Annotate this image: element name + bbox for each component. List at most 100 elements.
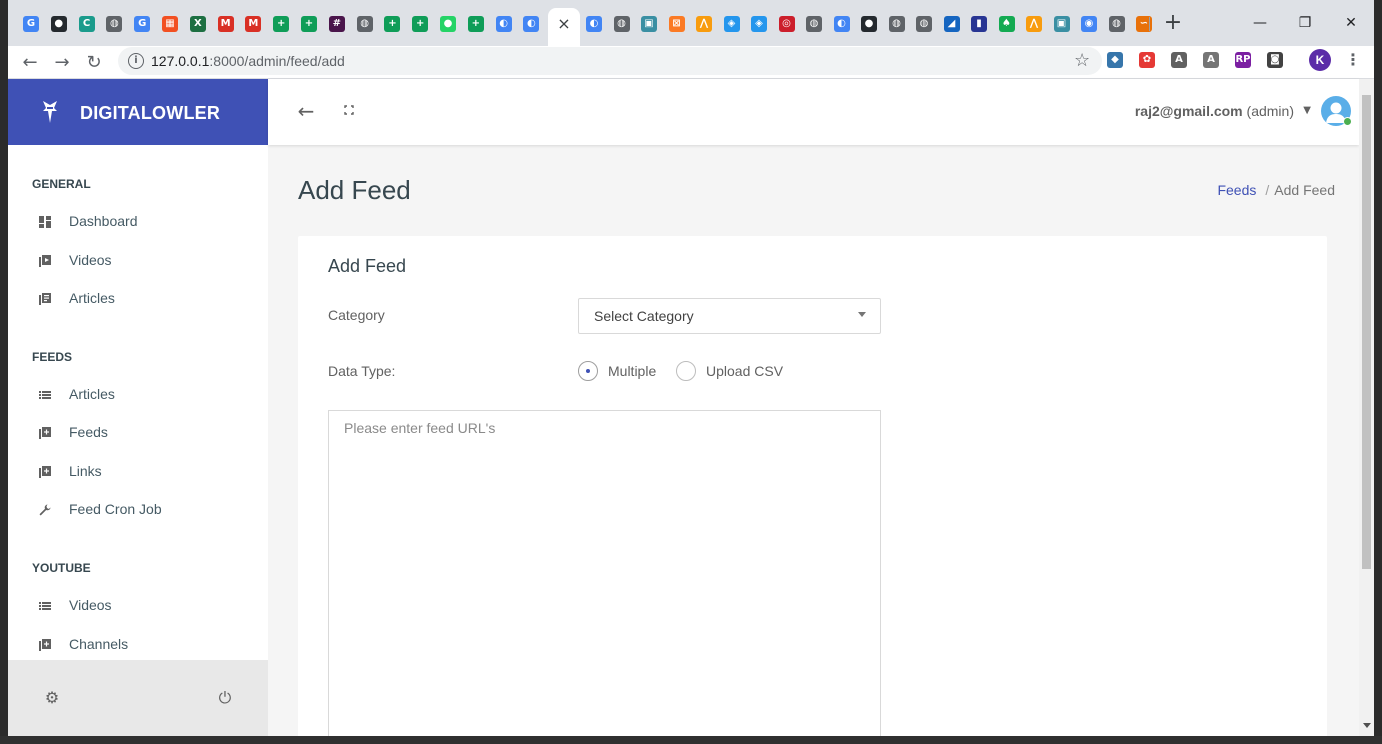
url-text[interactable]: 127.0.0.1:8000/admin/feed/add xyxy=(151,53,345,69)
address-bar[interactable]: i 127.0.0.1:8000/admin/feed/add ☆ xyxy=(118,47,1102,75)
sidebar-footer: ⚙ ⏻ xyxy=(8,660,268,736)
scroll-down-arrow-icon[interactable] xyxy=(1363,723,1371,728)
slack-icon[interactable]: # xyxy=(328,16,345,32)
whatsapp-icon[interactable]: ● xyxy=(440,16,456,32)
github-icon[interactable]: ● xyxy=(861,16,877,32)
profile-avatar[interactable]: K xyxy=(1309,49,1331,71)
sidebar-item-articles[interactable]: Articles xyxy=(8,280,268,316)
data-type-label: Data Type: xyxy=(328,363,396,379)
moon-icon[interactable]: ◐ xyxy=(495,16,512,32)
page-scrollbar[interactable] xyxy=(1359,79,1374,736)
library-add-icon xyxy=(39,638,51,651)
list-icon xyxy=(39,388,51,400)
sidebar-item-feed-cron-job[interactable]: Feed Cron Job xyxy=(8,491,268,527)
gmail-icon[interactable]: M xyxy=(245,16,262,32)
user-menu[interactable]: raj2@gmail.com (admin) xyxy=(1135,103,1294,119)
image-icon[interactable]: ▣ xyxy=(641,16,657,32)
sidebar-item-videos[interactable]: Videos xyxy=(8,587,268,623)
power-icon[interactable]: ⏻ xyxy=(215,688,235,708)
mongodb-icon[interactable]: ♠ xyxy=(998,16,1015,32)
radio-upload-csv-label[interactable]: Upload CSV xyxy=(706,363,783,379)
close-window-button[interactable]: ✕ xyxy=(1336,10,1366,36)
bookmark-star-icon[interactable]: ☆ xyxy=(1074,50,1090,72)
category-select[interactable]: Select Category xyxy=(578,298,881,334)
moon-icon[interactable]: ◐ xyxy=(523,16,540,32)
color-wheel-icon[interactable]: ✿ xyxy=(1139,52,1155,68)
opera-icon[interactable]: ◎ xyxy=(778,16,795,32)
xampp-icon[interactable]: ⊠ xyxy=(668,16,685,32)
image-icon[interactable]: ▣ xyxy=(1053,16,1070,32)
video-library-icon xyxy=(39,254,51,267)
category-label: Category xyxy=(328,307,385,323)
radio-upload-csv[interactable] xyxy=(676,361,696,381)
globe-icon[interactable]: ◍ xyxy=(916,16,932,32)
radio-multiple-label[interactable]: Multiple xyxy=(608,363,656,379)
back-arrow-icon[interactable]: ← xyxy=(294,99,318,123)
caret-down-icon[interactable]: ▼ xyxy=(1303,103,1311,119)
settings-gear-icon[interactable]: ⚙ xyxy=(42,688,62,708)
tab-plus-icon[interactable]: + xyxy=(301,16,317,32)
minimize-button[interactable]: — xyxy=(1245,10,1275,36)
sidebar-item-label: Feed Cron Job xyxy=(69,501,162,517)
radio-multiple[interactable] xyxy=(578,361,598,381)
docker-icon[interactable]: ◈ xyxy=(723,16,740,32)
puzzle-icon[interactable]: ◙ xyxy=(1267,52,1283,68)
forward-button[interactable]: → xyxy=(49,50,75,76)
moon-icon[interactable]: ◐ xyxy=(586,16,602,32)
chart-icon[interactable]: ▮ xyxy=(971,16,987,32)
close-tab-icon[interactable]: × xyxy=(554,14,574,34)
chrome-icon[interactable]: ◉ xyxy=(1081,16,1097,32)
phpmyadmin-icon[interactable]: ⋀ xyxy=(1026,16,1042,32)
phpmyadmin-icon[interactable]: ⋀ xyxy=(696,16,712,32)
moon-icon[interactable]: ◐ xyxy=(833,16,850,32)
docker-icon[interactable]: ◈ xyxy=(751,16,767,32)
info-icon[interactable]: i xyxy=(128,53,144,69)
browser-menu-icon[interactable]: ⋮ xyxy=(1345,49,1361,71)
sidebar-item-label: Dashboard xyxy=(69,213,138,229)
sidebar-item-articles[interactable]: Articles xyxy=(8,376,268,412)
a-extension-icon[interactable]: A xyxy=(1171,52,1187,68)
background-window-strip xyxy=(0,736,1382,744)
rp-extension-icon[interactable]: RP xyxy=(1235,52,1251,68)
breadcrumb-separator: / xyxy=(1265,182,1270,198)
library-add-icon xyxy=(39,465,51,478)
page-title: Add Feed xyxy=(298,175,411,205)
reload-button[interactable]: ↻ xyxy=(81,50,107,76)
list-icon xyxy=(39,599,51,611)
scrollbar-thumb[interactable] xyxy=(1362,95,1371,569)
python-icon[interactable]: ◆ xyxy=(1107,52,1123,68)
new-tab-button[interactable]: + xyxy=(1162,12,1184,34)
microsoft-icon[interactable]: ▦ xyxy=(162,16,178,32)
globe-icon[interactable]: ◍ xyxy=(106,16,123,32)
tab-plus-icon[interactable]: + xyxy=(467,16,484,32)
globe-icon[interactable]: ◍ xyxy=(806,16,822,32)
github-icon[interactable]: ● xyxy=(50,16,67,32)
gmail-icon[interactable]: M xyxy=(217,16,234,32)
brand-header[interactable]: DIGITALOWLER xyxy=(8,79,268,145)
sidebar-item-links[interactable]: Links xyxy=(8,453,268,489)
tab-plus-icon[interactable]: + xyxy=(412,16,429,32)
tab-plus-icon[interactable]: + xyxy=(273,16,290,32)
app-icon[interactable]: ◢ xyxy=(943,16,960,32)
sidebar-section-title: GENERAL xyxy=(32,177,91,191)
sidebar-item-dashboard[interactable]: Dashboard xyxy=(8,203,268,239)
google-icon[interactable]: G xyxy=(23,16,39,32)
globe-icon[interactable]: ◍ xyxy=(888,16,905,32)
globe-icon[interactable]: ◍ xyxy=(356,16,373,32)
fullscreen-icon[interactable] xyxy=(342,103,356,117)
tab-plus-icon[interactable]: + xyxy=(384,16,401,32)
sidebar-item-feeds[interactable]: Feeds xyxy=(8,414,268,450)
feed-urls-textarea[interactable] xyxy=(328,410,881,736)
globe-icon[interactable]: ◍ xyxy=(1108,16,1125,32)
translate-icon[interactable]: G xyxy=(134,16,151,32)
breadcrumb: Feeds / Add Feed xyxy=(1217,182,1335,198)
back-button[interactable]: ← xyxy=(17,50,43,76)
sidebar-item-channels[interactable]: Channels xyxy=(8,626,268,662)
sidebar-item-videos[interactable]: Videos xyxy=(8,242,268,278)
restore-button[interactable]: ❐ xyxy=(1290,10,1320,36)
angular-icon[interactable]: A xyxy=(1203,52,1219,68)
excel-icon[interactable]: X xyxy=(189,16,206,32)
c-icon[interactable]: C xyxy=(78,16,95,32)
globe-icon[interactable]: ◍ xyxy=(613,16,630,32)
breadcrumb-feeds-link[interactable]: Feeds xyxy=(1217,182,1256,198)
